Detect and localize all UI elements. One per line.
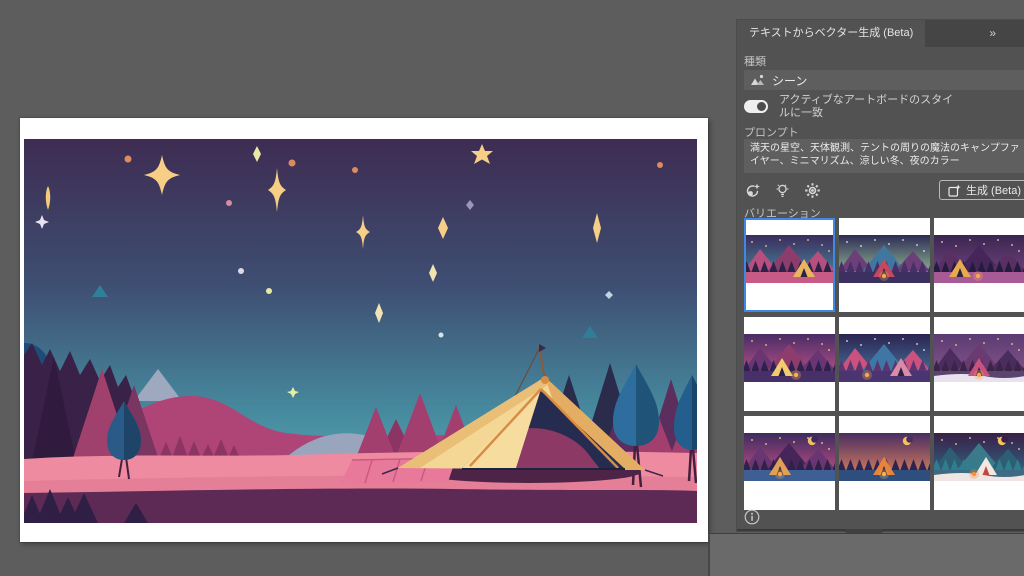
lower-panel-area — [708, 533, 1024, 576]
variation-art — [839, 433, 930, 481]
foreground-ground — [24, 488, 697, 523]
style-match-label: アクティブなアートボードのスタイルに一致 — [779, 94, 955, 120]
camping-illustration — [24, 139, 697, 523]
variation-thumb-1[interactable] — [744, 218, 835, 312]
variation-thumb-3[interactable] — [934, 218, 1024, 312]
prompt-input[interactable]: 満天の星空、天体観測、テントの周りの魔法のキャンプファイヤー、ミニマリズム、涼し… — [744, 139, 1024, 173]
style-match-toggle[interactable] — [744, 100, 768, 113]
style-match-row: アクティブなアートボードのスタイルに一致 — [744, 94, 1024, 120]
idea-lightbulb-icon[interactable] — [774, 182, 791, 199]
variation-art — [839, 235, 930, 283]
type-select[interactable]: シーン — [744, 70, 1024, 90]
generate-button-label: 生成 (Beta) — [966, 182, 1021, 198]
type-selected-value: シーン — [772, 72, 807, 89]
generate-sparkle-icon — [948, 184, 961, 197]
info-icon[interactable] — [744, 509, 760, 525]
variation-thumb-8[interactable] — [839, 416, 930, 510]
artboard[interactable] — [20, 118, 708, 542]
variation-art — [839, 334, 930, 382]
generate-button[interactable]: 生成 (Beta) — [939, 180, 1024, 200]
text-to-vector-panel: テキストからベクター生成 (Beta) » 種類 シーン アクティブなアートボー… — [737, 20, 1024, 531]
variation-art — [934, 433, 1024, 481]
variations-grid — [744, 218, 1024, 510]
collapse-panel-icon[interactable]: » — [989, 26, 995, 40]
variation-thumb-4[interactable] — [744, 317, 835, 411]
type-section-label: 種類 — [744, 53, 766, 69]
variation-art — [934, 235, 1024, 283]
variation-thumb-5[interactable] — [839, 317, 930, 411]
toggle-knob — [757, 102, 766, 111]
scene-type-icon — [750, 73, 765, 87]
prompt-section-label: プロンプト — [744, 124, 799, 140]
panel-title: テキストからベクター生成 (Beta) — [749, 27, 913, 39]
variation-art — [934, 334, 1024, 382]
action-row: 生成 (Beta) — [744, 179, 1024, 201]
variation-thumb-2[interactable] — [839, 218, 930, 312]
tab-text-to-vector[interactable]: テキストからベクター生成 (Beta) — [737, 20, 925, 47]
panel-footer — [744, 509, 1024, 527]
variation-art — [744, 433, 835, 481]
variation-thumb-6[interactable] — [934, 317, 1024, 411]
style-picker-icon[interactable] — [744, 182, 761, 199]
variation-thumb-9[interactable] — [934, 416, 1024, 510]
variation-thumb-7[interactable] — [744, 416, 835, 510]
variation-art — [744, 235, 835, 283]
settings-gear-icon[interactable] — [804, 182, 821, 199]
illustrator-workspace: { "workspace": { "pasteboard_color": "#5… — [0, 0, 1024, 576]
panel-tab-bar: テキストからベクター生成 (Beta) » — [737, 20, 1024, 47]
variation-art — [744, 334, 835, 382]
